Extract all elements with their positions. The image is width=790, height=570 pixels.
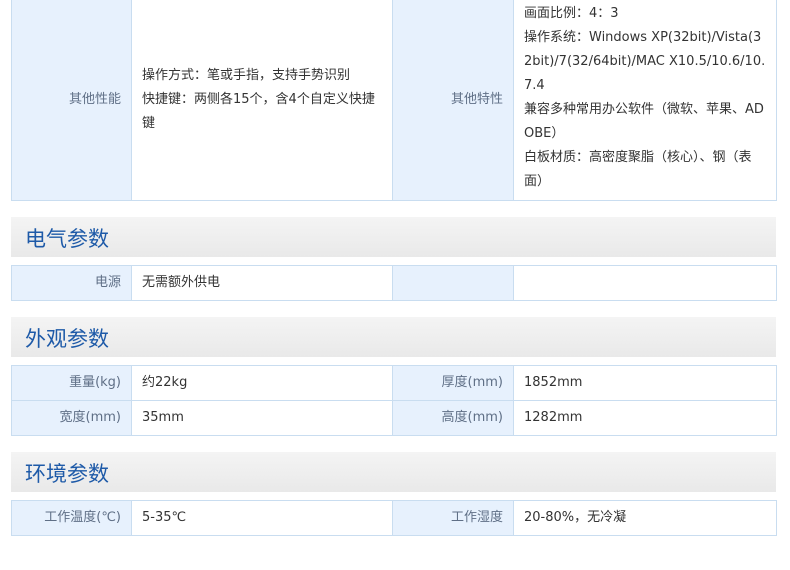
spec-value: 无需额外供电 bbox=[131, 265, 393, 301]
spec-key: 高度(mm) bbox=[392, 400, 514, 436]
spec-value: 约22kg bbox=[131, 365, 393, 401]
section-title-electric: 电气参数 bbox=[11, 217, 776, 257]
spec-value: 20-80%，无冷凝 bbox=[513, 500, 777, 536]
spec-key-other-performance: 其他性能 bbox=[11, 0, 132, 201]
spec-table-environment: 工作温度(℃) 5-35℃ 工作湿度 20-80%，无冷凝 bbox=[11, 500, 777, 536]
spec-line: 快捷键：两侧各15个，含4个自定义快捷键 bbox=[142, 92, 375, 131]
spec-value bbox=[513, 265, 777, 301]
spec-line: 操作系统：Windows XP(32bit)/Vista(32bit)/7(32… bbox=[524, 30, 766, 93]
table-row: 其他性能 操作方式：笔或手指，支持手势识别 快捷键：两侧各15个，含4个自定义快… bbox=[11, 0, 777, 201]
spec-value: 35mm bbox=[131, 400, 393, 436]
spec-table-electric: 电源 无需额外供电 bbox=[11, 265, 777, 301]
spec-line: 操作方式：笔或手指，支持手势识别 bbox=[142, 68, 351, 83]
spec-key: 重量(kg) bbox=[11, 365, 132, 401]
spec-key: 宽度(mm) bbox=[11, 400, 132, 436]
spec-sheet: 其他性能 操作方式：笔或手指，支持手势识别 快捷键：两侧各15个，含4个自定义快… bbox=[11, 0, 777, 536]
section-title-appearance: 外观参数 bbox=[11, 317, 776, 357]
table-row: 重量(kg) 约22kg 厚度(mm) 1852mm bbox=[11, 365, 777, 401]
table-row: 工作温度(℃) 5-35℃ 工作湿度 20-80%，无冷凝 bbox=[11, 500, 777, 536]
spec-table-appearance: 重量(kg) 约22kg 厚度(mm) 1852mm 宽度(mm) 35mm 高… bbox=[11, 365, 777, 436]
spec-key: 厚度(mm) bbox=[392, 365, 514, 401]
spec-key: 工作温度(℃) bbox=[11, 500, 132, 536]
spec-key: 工作湿度 bbox=[392, 500, 514, 536]
spec-value: 5-35℃ bbox=[131, 500, 393, 536]
spec-value: 1282mm bbox=[513, 400, 777, 436]
spec-key-other-features: 其他特性 bbox=[392, 0, 514, 201]
spec-value-other-features: 画面比例：4：3 操作系统：Windows XP(32bit)/Vista(32… bbox=[513, 0, 777, 201]
spec-line: 白板材质：高密度聚脂（核心）、钢（表面） bbox=[524, 150, 752, 189]
spec-line: 兼容多种常用办公软件（微软、苹果、ADOBE） bbox=[524, 102, 764, 141]
spec-line: 画面比例：4：3 bbox=[524, 6, 619, 21]
table-row: 宽度(mm) 35mm 高度(mm) 1282mm bbox=[11, 400, 777, 436]
spec-value: 1852mm bbox=[513, 365, 777, 401]
spec-value-other-performance: 操作方式：笔或手指，支持手势识别 快捷键：两侧各15个，含4个自定义快捷键 bbox=[131, 0, 393, 201]
section-title-environment: 环境参数 bbox=[11, 452, 776, 492]
spec-table-other: 其他性能 操作方式：笔或手指，支持手势识别 快捷键：两侧各15个，含4个自定义快… bbox=[11, 0, 777, 201]
spec-key: 电源 bbox=[11, 265, 132, 301]
table-row: 电源 无需额外供电 bbox=[11, 265, 777, 301]
spec-key bbox=[392, 265, 514, 301]
